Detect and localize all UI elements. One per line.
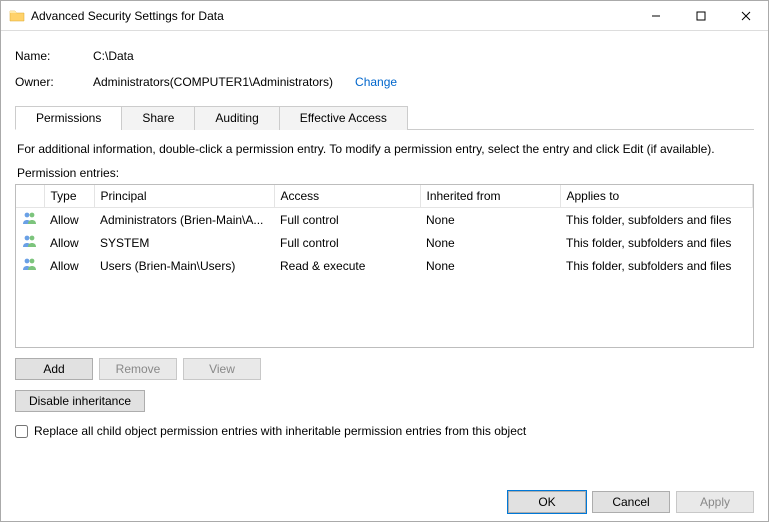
- minimize-button[interactable]: [633, 1, 678, 31]
- ok-button[interactable]: OK: [508, 491, 586, 513]
- permission-entries-label: Permission entries:: [17, 166, 752, 180]
- table-row[interactable]: AllowUsers (Brien-Main\Users)Read & exec…: [16, 254, 753, 277]
- add-button[interactable]: Add: [15, 358, 93, 380]
- cell-inherited: None: [420, 231, 560, 254]
- replace-checkbox-row: Replace all child object permission entr…: [15, 424, 754, 438]
- folder-icon: [9, 8, 25, 24]
- tab-auditing[interactable]: Auditing: [194, 106, 279, 130]
- close-button[interactable]: [723, 1, 768, 31]
- disable-inheritance-button[interactable]: Disable inheritance: [15, 390, 145, 412]
- cell-type: Allow: [44, 208, 94, 232]
- cell-inherited: None: [420, 208, 560, 232]
- cell-inherited: None: [420, 254, 560, 277]
- cell-access: Full control: [274, 208, 420, 232]
- replace-child-checkbox[interactable]: [15, 425, 28, 438]
- view-button: View: [183, 358, 261, 380]
- owner-value: Administrators(COMPUTER1\Administrators): [93, 75, 333, 89]
- users-icon: [16, 231, 44, 254]
- cell-principal: Administrators (Brien-Main\A...: [94, 208, 274, 232]
- cell-applies: This folder, subfolders and files: [560, 231, 753, 254]
- table-row[interactable]: AllowAdministrators (Brien-Main\A...Full…: [16, 208, 753, 232]
- inherit-buttons: Disable inheritance: [15, 390, 754, 412]
- info-text: For additional information, double-click…: [17, 142, 752, 156]
- change-owner-link[interactable]: Change: [355, 75, 397, 89]
- col-access[interactable]: Access: [274, 185, 420, 208]
- cell-applies: This folder, subfolders and files: [560, 254, 753, 277]
- users-icon: [16, 208, 44, 232]
- col-principal[interactable]: Principal: [94, 185, 274, 208]
- table-header-row: Type Principal Access Inherited from App…: [16, 185, 753, 208]
- col-icon[interactable]: [16, 185, 44, 208]
- window-title: Advanced Security Settings for Data: [31, 9, 224, 23]
- owner-row: Owner: Administrators(COMPUTER1\Administ…: [15, 69, 754, 95]
- name-row: Name: C:\Data: [15, 43, 754, 69]
- content: Name: C:\Data Owner: Administrators(COMP…: [1, 31, 768, 438]
- users-icon: [16, 254, 44, 277]
- permission-table[interactable]: Type Principal Access Inherited from App…: [15, 184, 754, 348]
- cancel-button[interactable]: Cancel: [592, 491, 670, 513]
- cell-access: Full control: [274, 231, 420, 254]
- col-applies[interactable]: Applies to: [560, 185, 753, 208]
- dialog-footer: OK Cancel Apply: [508, 491, 754, 513]
- entry-buttons: Add Remove View: [15, 358, 754, 380]
- cell-principal: Users (Brien-Main\Users): [94, 254, 274, 277]
- tab-share[interactable]: Share: [121, 106, 195, 130]
- cell-type: Allow: [44, 231, 94, 254]
- replace-child-label: Replace all child object permission entr…: [34, 424, 526, 438]
- remove-button: Remove: [99, 358, 177, 380]
- name-value: C:\Data: [93, 49, 134, 63]
- owner-label: Owner:: [15, 75, 93, 89]
- tab-effective-access[interactable]: Effective Access: [279, 106, 408, 130]
- apply-button: Apply: [676, 491, 754, 513]
- name-label: Name:: [15, 49, 93, 63]
- tabs: Permissions Share Auditing Effective Acc…: [15, 105, 754, 130]
- cell-type: Allow: [44, 254, 94, 277]
- cell-access: Read & execute: [274, 254, 420, 277]
- tab-permissions[interactable]: Permissions: [15, 106, 122, 130]
- cell-applies: This folder, subfolders and files: [560, 208, 753, 232]
- table-row[interactable]: AllowSYSTEMFull controlNoneThis folder, …: [16, 231, 753, 254]
- maximize-button[interactable]: [678, 1, 723, 31]
- col-inherited[interactable]: Inherited from: [420, 185, 560, 208]
- cell-principal: SYSTEM: [94, 231, 274, 254]
- col-type[interactable]: Type: [44, 185, 94, 208]
- titlebar: Advanced Security Settings for Data: [1, 1, 768, 31]
